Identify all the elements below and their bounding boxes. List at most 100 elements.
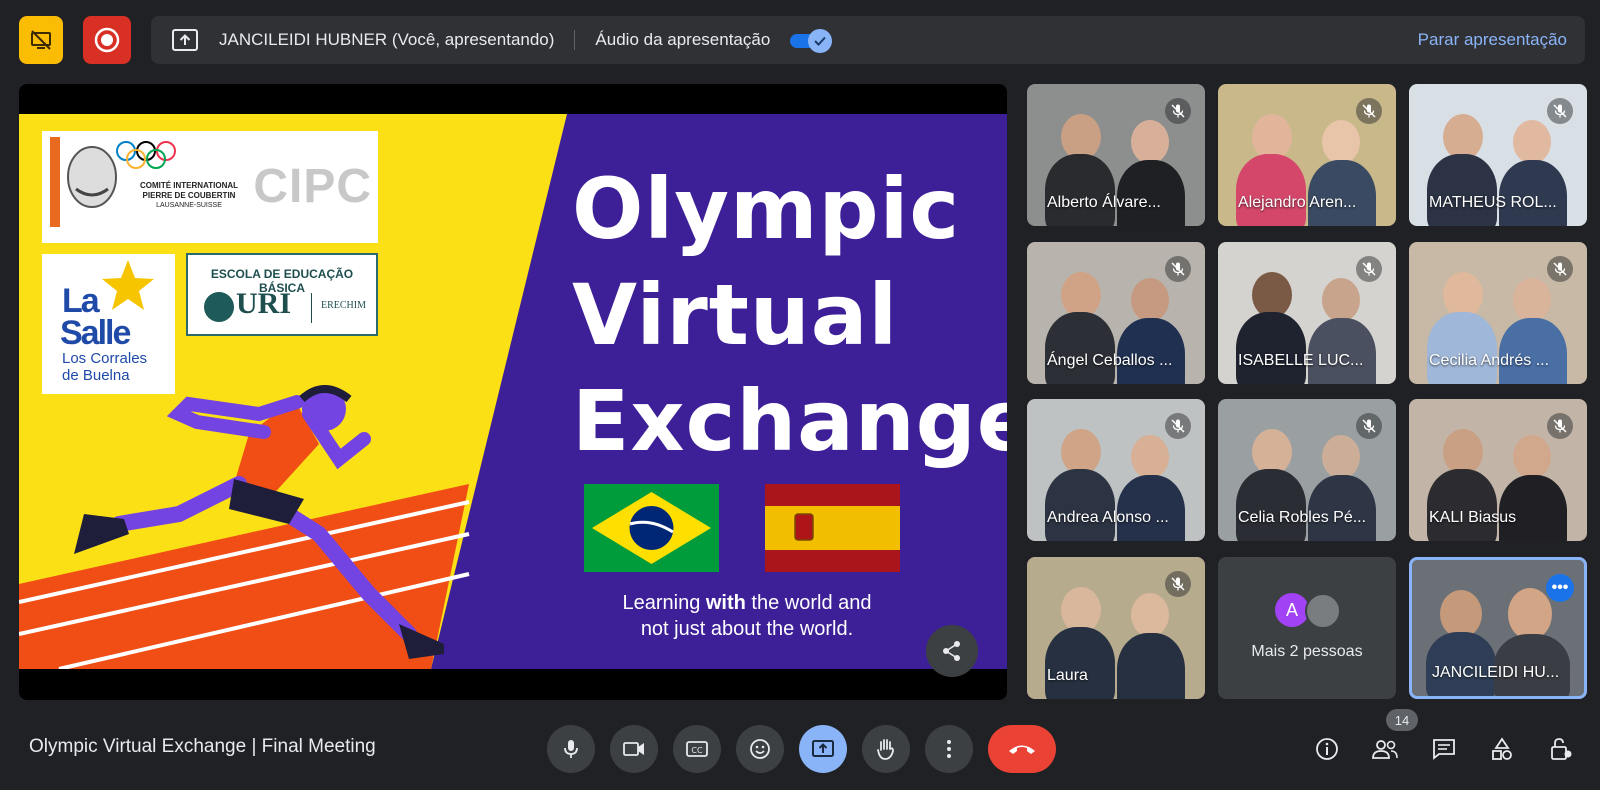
brazil-flag-icon bbox=[584, 484, 719, 572]
uri-logo: ESCOLA DE EDUCAÇÃO BÁSICA URI ERECHIM bbox=[186, 253, 378, 336]
participant-tile[interactable]: Alejandro Aren... bbox=[1218, 84, 1396, 226]
video-body bbox=[1499, 318, 1567, 384]
mic-off-icon bbox=[1171, 577, 1185, 591]
muted-indicator bbox=[1165, 413, 1191, 439]
coubertin-portrait bbox=[50, 137, 117, 227]
avatar bbox=[1305, 593, 1341, 629]
uri-name: URI bbox=[236, 287, 292, 320]
video-body bbox=[1427, 154, 1497, 226]
participant-name: KALI Biasus bbox=[1429, 509, 1517, 526]
activities-icon bbox=[1492, 737, 1512, 760]
participant-tile[interactable]: MATHEUS ROL... bbox=[1409, 84, 1587, 226]
check-icon bbox=[814, 36, 827, 46]
more-options-button[interactable] bbox=[925, 725, 973, 773]
meeting-details-button[interactable] bbox=[1307, 729, 1347, 769]
video-person bbox=[1322, 278, 1360, 322]
meet-window: JANCILEIDI HUBNER (Você, apresentando) Á… bbox=[0, 0, 1600, 790]
microphone-button[interactable] bbox=[547, 725, 595, 773]
hang-up-icon bbox=[1009, 745, 1035, 754]
record-icon bbox=[94, 27, 120, 53]
mic-off-icon bbox=[1362, 104, 1376, 118]
camera-button[interactable] bbox=[610, 725, 658, 773]
slide-title-line-3: Exchange bbox=[572, 372, 1007, 470]
stop-presenting-link[interactable]: Parar apresentação bbox=[1418, 30, 1567, 50]
caption-post: the world and bbox=[745, 592, 872, 614]
la-salle-sub1: Los Corrales bbox=[62, 350, 148, 367]
captions-button[interactable]: CC bbox=[673, 725, 721, 773]
muted-indicator bbox=[1165, 98, 1191, 124]
more-participants-tile[interactable]: A Mais 2 pessoas bbox=[1218, 557, 1396, 699]
mic-off-icon bbox=[1171, 104, 1185, 118]
mic-off-icon bbox=[1171, 262, 1185, 276]
participant-name: Andrea Alonso ... bbox=[1047, 509, 1169, 526]
stop-sharing-button[interactable] bbox=[19, 16, 63, 64]
video-body bbox=[1045, 469, 1115, 541]
emoji-icon bbox=[750, 739, 770, 759]
cipc-line2: PIERRE DE COUBERTIN bbox=[142, 191, 236, 200]
video-person bbox=[1513, 278, 1551, 322]
uri-city: ERECHIM bbox=[321, 300, 366, 311]
video-body bbox=[1117, 633, 1185, 699]
participant-tile[interactable]: Andrea Alonso ... bbox=[1027, 399, 1205, 541]
people-button[interactable] bbox=[1365, 729, 1405, 769]
present-now-button[interactable] bbox=[799, 725, 847, 773]
host-controls-button[interactable] bbox=[1541, 729, 1581, 769]
more-people-label: Mais 2 pessoas bbox=[1251, 643, 1363, 660]
uri-divider bbox=[311, 293, 312, 323]
video-body bbox=[1308, 475, 1376, 541]
mic-off-icon bbox=[1553, 419, 1567, 433]
raise-hand-button[interactable] bbox=[862, 725, 910, 773]
chat-button[interactable] bbox=[1424, 729, 1464, 769]
participant-tile[interactable]: Laura bbox=[1027, 557, 1205, 699]
slide-caption-line-2: not just about the world. bbox=[640, 618, 854, 640]
more-options-icon bbox=[947, 740, 951, 758]
participant-tile[interactable]: KALI Biasus bbox=[1409, 399, 1587, 541]
cipc-line1: COMITÉ INTERNATIONAL bbox=[139, 181, 239, 190]
share-button[interactable] bbox=[926, 625, 978, 677]
svg-text:CC: CC bbox=[691, 746, 703, 755]
people-icon bbox=[1372, 740, 1398, 759]
participant-tile[interactable]: Alberto Álvare... bbox=[1027, 84, 1205, 226]
reactions-button[interactable] bbox=[736, 725, 784, 773]
la-salle-logo: La Salle Los Corrales de Buelna bbox=[42, 254, 175, 394]
participant-name: Laura bbox=[1047, 667, 1088, 684]
slide-title-line-2: Virtual bbox=[572, 266, 899, 364]
participant-tile[interactable]: Ángel Ceballos ... bbox=[1027, 242, 1205, 384]
presentation-audio-toggle[interactable] bbox=[790, 29, 833, 53]
tile-options-button[interactable]: ••• bbox=[1546, 574, 1574, 602]
present-upload-icon bbox=[171, 26, 199, 54]
video-body bbox=[1117, 318, 1185, 384]
mic-off-icon bbox=[1553, 104, 1567, 118]
video-body bbox=[1236, 312, 1306, 384]
participant-tile[interactable]: Celia Robles Pé... bbox=[1218, 399, 1396, 541]
meeting-title: Olympic Virtual Exchange | Final Meeting bbox=[29, 736, 376, 757]
leave-call-button[interactable] bbox=[988, 725, 1056, 773]
video-person bbox=[1131, 278, 1169, 322]
captions-icon: CC bbox=[686, 741, 708, 757]
video-person bbox=[1513, 120, 1551, 164]
video-person bbox=[1513, 435, 1551, 479]
video-person bbox=[1322, 435, 1360, 479]
screen-share-off-icon bbox=[31, 30, 51, 50]
video-body bbox=[1427, 469, 1497, 541]
banner-divider bbox=[574, 30, 576, 50]
muted-indicator bbox=[1547, 256, 1573, 282]
muted-indicator bbox=[1356, 256, 1382, 282]
video-body bbox=[1117, 475, 1185, 541]
presentation-audio-label: Áudio da apresentação bbox=[595, 30, 771, 49]
video-person bbox=[1322, 120, 1360, 164]
video-body bbox=[1045, 627, 1115, 699]
info-icon bbox=[1316, 738, 1338, 760]
participant-tile[interactable]: ISABELLE LUC... bbox=[1218, 242, 1396, 384]
participant-tile[interactable]: Cecilia Andrés ... bbox=[1409, 242, 1587, 384]
participant-name: JANCILEIDI HU... bbox=[1432, 664, 1560, 681]
activities-button[interactable] bbox=[1482, 729, 1522, 769]
la-salle-subtitle: Los Corrales de Buelna bbox=[62, 350, 147, 384]
recording-button[interactable] bbox=[83, 16, 131, 64]
video-body bbox=[1427, 312, 1497, 384]
mic-off-icon bbox=[1362, 419, 1376, 433]
caption-pre: Learning bbox=[622, 592, 706, 614]
toggle-knob bbox=[808, 29, 833, 53]
self-tile[interactable]: ••• JANCILEIDI HU... bbox=[1409, 557, 1587, 699]
la-salle-salle: Salle bbox=[60, 314, 131, 352]
